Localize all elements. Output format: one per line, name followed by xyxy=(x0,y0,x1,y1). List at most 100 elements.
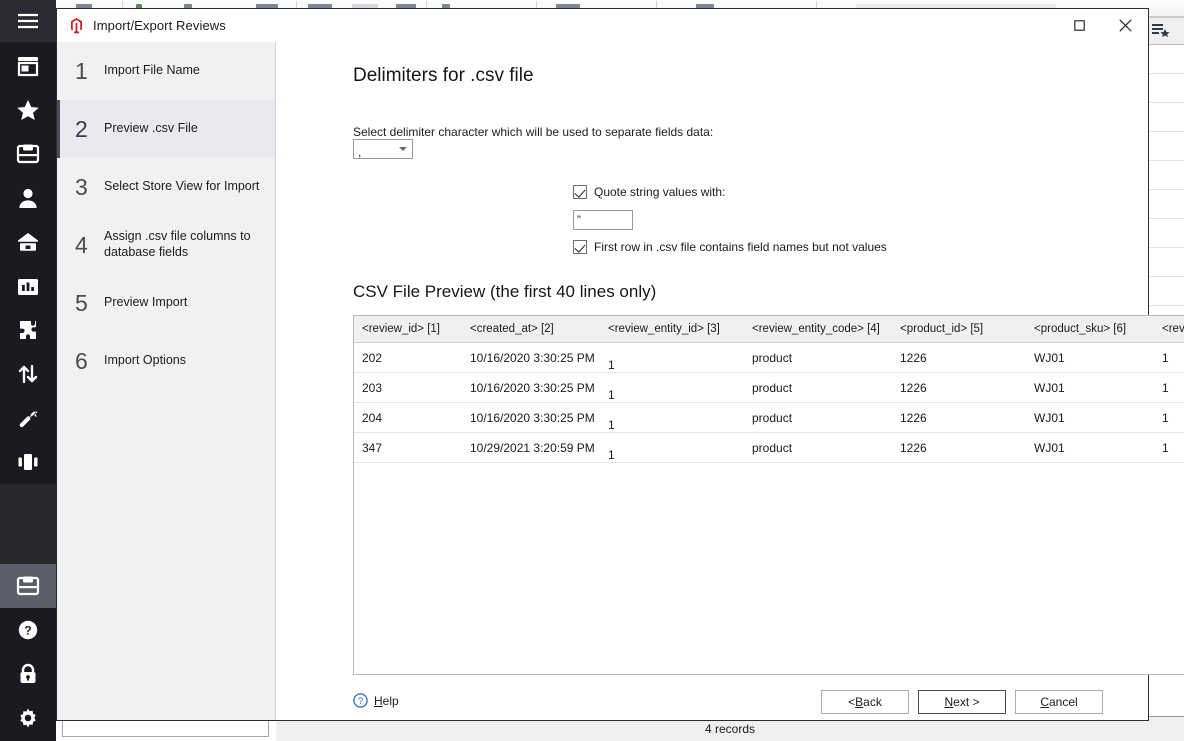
cell-review-entity-id: 1 xyxy=(600,432,744,463)
archive-box-icon[interactable] xyxy=(0,132,56,176)
cell-review-status-id: 1 xyxy=(1154,342,1184,373)
dialog-title-bar[interactable]: Import/Export Reviews xyxy=(57,9,1148,42)
cell-created-at: 10/16/2020 3:30:25 PM xyxy=(462,342,600,373)
cell-product-sku: WJ01 xyxy=(1026,372,1154,403)
cell-product-id: 1226 xyxy=(892,342,1026,373)
cancel-accel: C xyxy=(1040,695,1049,709)
next-rest: ext > xyxy=(953,695,980,709)
step-label: Assign .csv file columns to database fie… xyxy=(104,229,251,259)
cell-product-id: 1226 xyxy=(892,372,1026,403)
magento-logo-icon xyxy=(67,17,85,35)
column-header-created-at[interactable]: <created_at> [2] xyxy=(462,316,600,343)
cell-product-sku: WJ01 xyxy=(1026,402,1154,433)
cell-review-entity-id: 1 xyxy=(600,372,744,403)
table-row[interactable]: 347 10/29/2021 3:20:59 PM 1 product 1226… xyxy=(354,432,1184,463)
dialog-buttons: < Back Next > Cancel xyxy=(821,690,1103,714)
svg-text:?: ? xyxy=(24,624,31,638)
wizard-step-3[interactable]: 3 Select Store View for Import xyxy=(57,158,275,216)
csv-preview-table-container[interactable]: <review_id> [1] <created_at> [2] <review… xyxy=(353,315,1184,675)
first-row-headers-checkbox[interactable] xyxy=(573,240,587,254)
screen: ? 4 records Import/Export Reviews 1 Impo… xyxy=(0,0,1184,741)
next-button[interactable]: Next > xyxy=(918,690,1006,714)
column-header-product-sku[interactable]: <product_sku> [6] xyxy=(1026,316,1154,343)
star-icon[interactable] xyxy=(0,88,56,132)
content-blocks-icon[interactable] xyxy=(0,440,56,484)
wizard-step-6[interactable]: 6 Import Options xyxy=(57,332,275,390)
page-title: Delimiters for .csv file xyxy=(353,65,534,86)
column-header-review-entity-code[interactable]: <review_entity_code> [4] xyxy=(744,316,892,343)
first-row-headers-checkbox-row[interactable]: First row in .csv file contains field na… xyxy=(573,240,887,254)
cell-review-entity-code: product xyxy=(744,402,892,433)
cell-product-sku: WJ01 xyxy=(1026,342,1154,373)
question-circle-icon: ? xyxy=(353,693,368,708)
window-controls xyxy=(1056,9,1148,42)
help-label: Help xyxy=(374,694,399,708)
next-accel: N xyxy=(944,695,954,709)
step-number: 3 xyxy=(75,173,88,200)
column-header-product-id[interactable]: <product_id> [5] xyxy=(892,316,1026,343)
cell-review-entity-id: 1 xyxy=(600,402,744,433)
wizard-step-5[interactable]: 5 Preview Import xyxy=(57,274,275,332)
cell-review-entity-id: 1 xyxy=(600,342,744,373)
archive-tray-icon[interactable] xyxy=(0,564,56,608)
cell-review-entity-code: product xyxy=(744,432,892,463)
maximize-button[interactable] xyxy=(1056,9,1102,42)
import-export-dialog: Import/Export Reviews 1 Import File Name… xyxy=(56,8,1184,721)
cell-product-id: 1226 xyxy=(892,432,1026,463)
step-number: 4 xyxy=(75,231,88,258)
bar-chart-icon[interactable] xyxy=(0,264,56,308)
step-label: Import File Name xyxy=(104,63,200,78)
back-button[interactable]: < Back xyxy=(821,690,909,714)
puzzle-piece-icon[interactable] xyxy=(0,308,56,352)
quote-values-checkbox[interactable] xyxy=(573,185,587,199)
left-navigation: ? xyxy=(0,0,56,741)
wizard-step-4[interactable]: 4 Assign .csv file columns to database f… xyxy=(57,216,275,274)
step-label: Select Store View for Import xyxy=(104,179,260,194)
table-row[interactable]: 202 10/16/2020 3:30:25 PM 1 product 1226… xyxy=(354,342,1184,373)
dialog-content: Delimiters for .csv file Select delimite… xyxy=(276,42,1184,720)
table-row[interactable]: 204 10/16/2020 3:30:25 PM 1 product 1226… xyxy=(354,402,1184,433)
column-header-review-entity-id[interactable]: <review_entity_id> [3] xyxy=(600,316,744,343)
column-header-review-id[interactable]: <review_id> [1] xyxy=(354,316,462,343)
wizard-step-1[interactable]: 1 Import File Name xyxy=(57,42,275,100)
back-prefix: < xyxy=(848,695,856,709)
gear-icon[interactable] xyxy=(0,696,56,740)
cell-review-entity-code: product xyxy=(744,372,892,403)
preview-heading: CSV File Preview (the first 40 lines onl… xyxy=(353,282,657,301)
cell-review-id: 204 xyxy=(354,402,462,433)
close-button[interactable] xyxy=(1102,9,1148,42)
help-rest: elp xyxy=(382,693,399,708)
back-rest: ack xyxy=(863,695,882,709)
step-label: Import Options xyxy=(104,353,186,368)
person-icon[interactable] xyxy=(0,176,56,220)
wrench-icon[interactable] xyxy=(0,396,56,440)
question-circle-icon[interactable]: ? xyxy=(0,608,56,652)
cancel-button[interactable]: Cancel xyxy=(1015,690,1103,714)
table-header-row: <review_id> [1] <created_at> [2] <review… xyxy=(354,316,1184,343)
help-link[interactable]: ? Help xyxy=(353,693,399,708)
cell-product-sku: WJ01 xyxy=(1026,432,1154,463)
import-export-arrows-icon[interactable] xyxy=(0,352,56,396)
storefront-icon[interactable] xyxy=(0,44,56,88)
cell-review-status-id: 1 xyxy=(1154,372,1184,403)
step-number: 6 xyxy=(75,347,88,374)
cancel-rest: ancel xyxy=(1048,695,1078,709)
wizard-step-2[interactable]: 2 Preview .csv File xyxy=(57,100,275,158)
cell-product-id: 1226 xyxy=(892,402,1026,433)
table-body: 202 10/16/2020 3:30:25 PM 1 product 1226… xyxy=(354,342,1184,463)
cell-review-id: 347 xyxy=(354,432,462,463)
back-accel: B xyxy=(855,695,864,709)
column-header-review-status-id[interactable]: <review_status_id> [7] xyxy=(1154,316,1184,343)
background-record-count: 4 records xyxy=(704,722,756,736)
megaphone-icon[interactable] xyxy=(0,220,56,264)
table-row[interactable]: 203 10/16/2020 3:30:25 PM 1 product 1226… xyxy=(354,372,1184,403)
step-number: 2 xyxy=(75,115,88,142)
cell-review-status-id: 1 xyxy=(1154,402,1184,433)
delimiter-selected-value: , xyxy=(358,145,362,159)
lock-icon[interactable] xyxy=(0,652,56,696)
step-number: 5 xyxy=(75,289,88,316)
delimiter-select[interactable]: , xyxy=(353,139,413,159)
menu-icon[interactable] xyxy=(0,0,56,42)
quote-values-checkbox-row[interactable]: Quote string values with: xyxy=(573,185,725,199)
quote-character-input[interactable] xyxy=(573,210,633,230)
